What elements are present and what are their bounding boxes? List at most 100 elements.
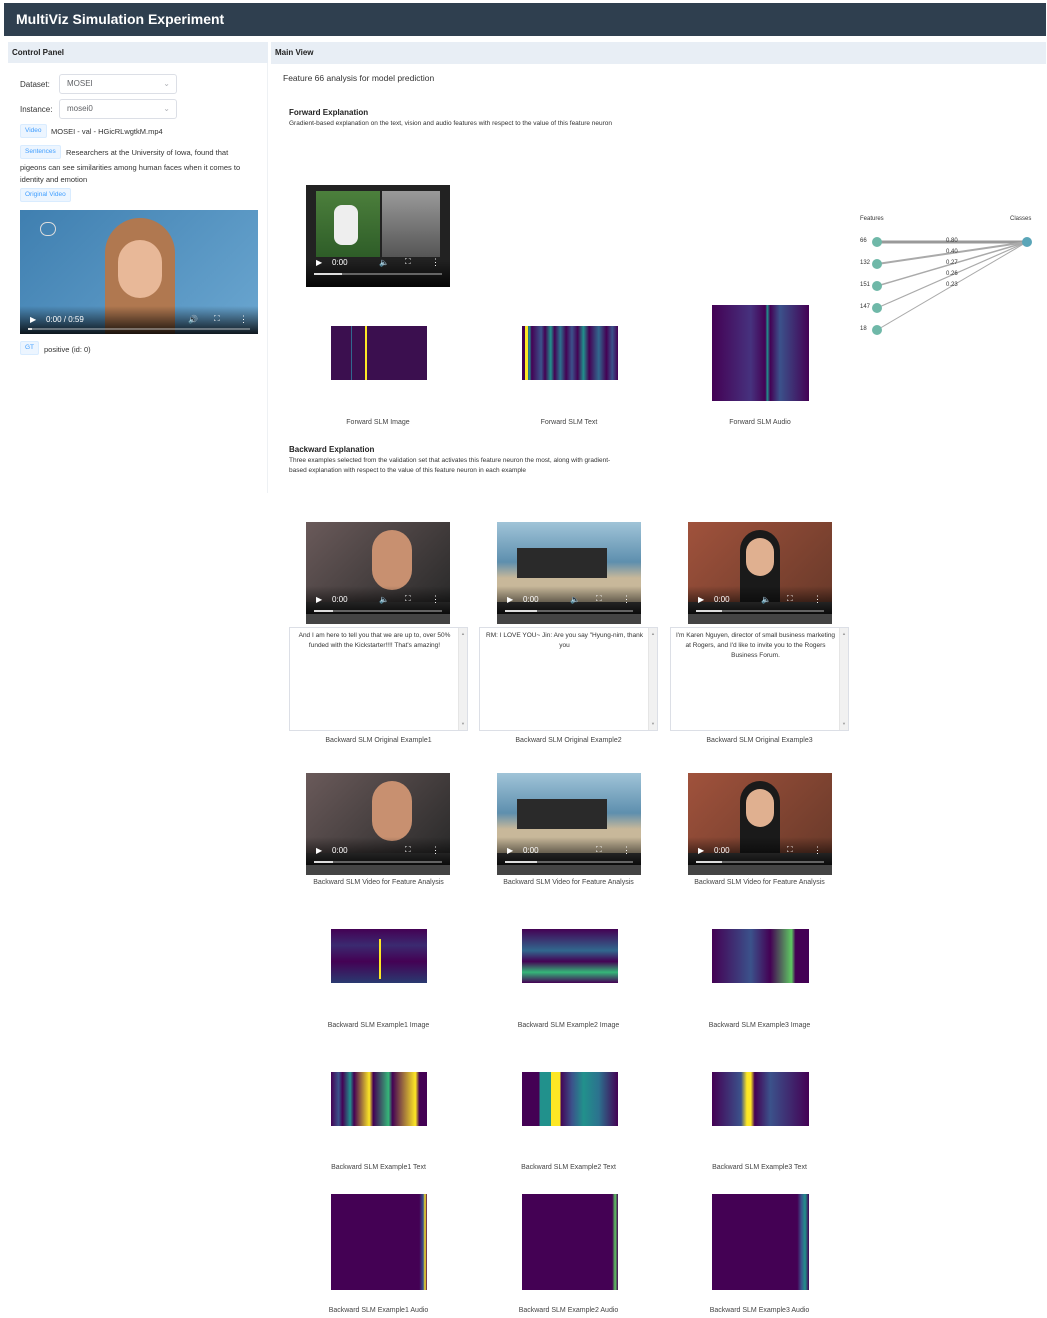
more-options-icon[interactable]: ⋮ (431, 845, 440, 856)
backward-title: Backward Explanation (289, 445, 375, 454)
progress-bar[interactable] (696, 861, 824, 863)
scrollbar[interactable] (839, 628, 848, 730)
forward-caption-text: Forward SLM Text (540, 419, 598, 426)
forward-audio-heatmap (712, 305, 809, 401)
sentence-line-2: pigeons can see similarities among human… (20, 163, 241, 172)
volume-icon[interactable]: 🔈 (570, 595, 580, 604)
more-options-icon[interactable]: ⋮ (622, 845, 631, 856)
progress-bar[interactable] (314, 861, 442, 863)
progress-bar[interactable] (696, 610, 824, 612)
backward-text-heatmap-1 (331, 1072, 427, 1126)
edge-weight-1: 0.80 (946, 238, 958, 244)
audio-caption-1: Backward SLM Example1 Audio (328, 1307, 429, 1314)
node-label-132: 132 (860, 260, 871, 266)
play-icon[interactable]: ▶ (316, 595, 322, 604)
backward-text-heatmap-2 (522, 1072, 618, 1126)
node-label-18: 18 (860, 326, 867, 332)
volume-icon[interactable]: 🔈 (379, 258, 389, 267)
scrollbar[interactable] (648, 628, 657, 730)
backward-example3-video[interactable]: ▶ 0:00 🔈 ⛶ ⋮ (688, 522, 832, 624)
control-panel-header: Control Panel (8, 42, 268, 64)
fullscreen-icon[interactable]: ⛶ (214, 314, 220, 324)
classes-label: Classes (1010, 216, 1032, 222)
node-label-147: 147 (860, 304, 871, 310)
fullscreen-icon[interactable]: ⛶ (405, 845, 411, 855)
feature-video-example2[interactable]: ▶ 0:00 ⛶ ⋮ (497, 773, 641, 875)
text-caption-3: Backward SLM Example3 Text (712, 1164, 807, 1171)
more-options-icon[interactable]: ⋮ (239, 314, 248, 325)
forward-caption-audio: Forward SLM Audio (729, 419, 791, 426)
fullscreen-icon[interactable]: ⛶ (596, 845, 602, 855)
group-people (517, 799, 607, 829)
volume-icon[interactable]: 🔈 (761, 595, 771, 604)
transcript-example2[interactable]: RM: I LOVE YOU~ Jin: Are you say "Hyung-… (479, 627, 658, 731)
play-icon[interactable]: ▶ (507, 595, 513, 604)
transcript-example3[interactable]: I'm Karen Nguyen, director of small busi… (670, 627, 849, 731)
instance-select[interactable]: mosei0 ⌄ (59, 99, 177, 119)
player-time: 0:00 (332, 258, 348, 267)
dataset-select[interactable]: MOSEI ⌄ (59, 74, 177, 94)
image-caption-3: Backward SLM Example3 Image (708, 1022, 811, 1029)
features-label: Features (860, 216, 884, 222)
edge-weight-2: 0.40 (946, 249, 958, 255)
player-time: 0:00 (523, 595, 539, 604)
video-filename: MOSEI - val - HGicRLwgtkM.mp4 (51, 127, 163, 136)
player-time: 0:00 (714, 846, 730, 855)
gt-label: positive (id: 0) (44, 345, 91, 354)
audio-caption-2: Backward SLM Example2 Audio (518, 1307, 619, 1314)
play-icon[interactable]: ▶ (698, 846, 704, 855)
play-icon[interactable]: ▶ (30, 315, 36, 324)
progress-bar[interactable] (505, 610, 633, 612)
feature-video-example1[interactable]: ▶ 0:00 ⛶ ⋮ (306, 773, 450, 875)
pigeon-thumbnail (382, 191, 440, 257)
backward-desc-1: Three examples selected from the validat… (289, 457, 611, 464)
forward-video-player[interactable]: ▶ 0:00 🔈 ⛶ ⋮ (306, 185, 450, 287)
play-icon[interactable]: ▶ (507, 846, 513, 855)
audio-caption-3: Backward SLM Example3 Audio (709, 1307, 810, 1314)
backward-image-heatmap-2 (522, 929, 618, 983)
play-icon[interactable]: ▶ (316, 846, 322, 855)
backward-example1-video[interactable]: ▶ 0:00 🔈 ⛶ ⋮ (306, 522, 450, 624)
fullscreen-icon[interactable]: ⛶ (787, 845, 793, 855)
forward-title: Forward Explanation (289, 108, 369, 117)
sentence-line-1: Researchers at the University of Iowa, f… (66, 148, 229, 157)
volume-icon[interactable]: 🔈 (379, 595, 389, 604)
text-caption-2: Backward SLM Example2 Text (521, 1164, 616, 1171)
man-face (372, 530, 412, 590)
feature-video-example3[interactable]: ▶ 0:00 ⛶ ⋮ (688, 773, 832, 875)
edge-weight-4: 0.26 (946, 271, 958, 277)
transcript-example1[interactable]: And I am here to tell you that we are up… (289, 627, 468, 731)
backward-desc-2: based explanation with respect to the va… (289, 467, 527, 474)
fullscreen-icon[interactable]: ⛶ (405, 594, 411, 604)
player-time: 0:00 (714, 595, 730, 604)
progress-bar[interactable] (314, 273, 442, 275)
main-view-header: Main View (271, 42, 1046, 64)
node-label-66: 66 (860, 238, 867, 244)
backward-example2-video[interactable]: ▶ 0:00 🔈 ⛶ ⋮ (497, 522, 641, 624)
more-options-icon[interactable]: ⋮ (431, 594, 440, 605)
fullscreen-icon[interactable]: ⛶ (787, 594, 793, 604)
progress-bar[interactable] (28, 328, 250, 330)
more-options-icon[interactable]: ⋮ (813, 594, 822, 605)
feature-video-caption-2: Backward SLM Video for Feature Analysis (503, 879, 634, 886)
dataset-label: Dataset: (20, 80, 50, 89)
more-options-icon[interactable]: ⋮ (431, 257, 440, 268)
progress-bar[interactable] (314, 610, 442, 612)
play-icon[interactable]: ▶ (698, 595, 704, 604)
edge-weight-5: 0.23 (946, 282, 958, 288)
more-options-icon[interactable]: ⋮ (622, 594, 631, 605)
scrollbar[interactable] (458, 628, 467, 730)
player-time: 0:00 / 0:59 (46, 315, 84, 324)
feature-class-graph: Features Classes 66 132 151 147 18 0.80 … (855, 210, 1045, 340)
man-face (372, 781, 412, 841)
progress-bar[interactable] (505, 861, 633, 863)
original-video-tag: Original Video (20, 188, 71, 202)
transcript-text: I'm Karen Nguyen, director of small busi… (675, 632, 836, 659)
original-video-player[interactable]: ▶ 0:00 / 0:59 🔊 ⛶ ⋮ (20, 210, 258, 334)
backward-audio-heatmap-1 (331, 1194, 427, 1290)
fullscreen-icon[interactable]: ⛶ (405, 257, 411, 267)
play-icon[interactable]: ▶ (316, 258, 322, 267)
fullscreen-icon[interactable]: ⛶ (596, 594, 602, 604)
volume-icon[interactable]: 🔊 (188, 315, 198, 324)
more-options-icon[interactable]: ⋮ (813, 845, 822, 856)
